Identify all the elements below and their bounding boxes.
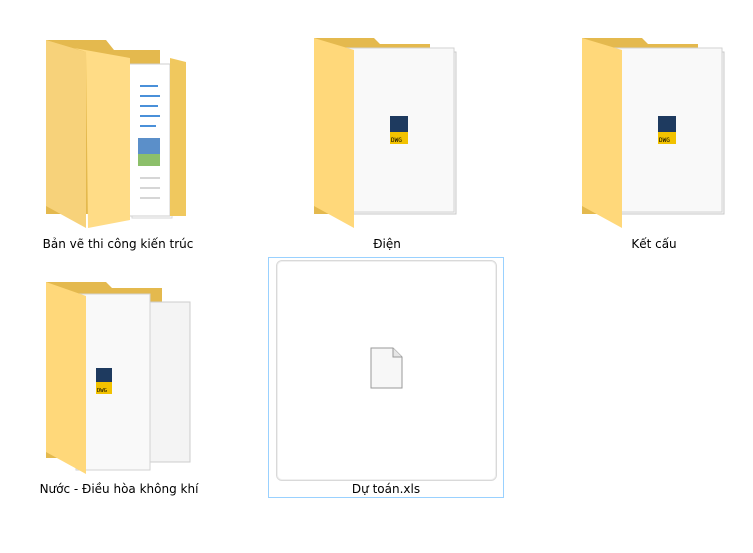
blank-file-icon — [370, 347, 403, 389]
folder-dwg-icon: DWG — [582, 38, 725, 228]
svg-text:DWG: DWG — [659, 137, 670, 144]
item-label: Điện — [373, 237, 401, 251]
folder-documents-icon — [46, 40, 186, 228]
item-label: Bản vẽ thi công kiến trúc — [42, 237, 194, 251]
item-label: Dự toán.xls — [351, 482, 421, 496]
folder-dwg-icon: DWG — [314, 38, 457, 228]
item-label: Kết cấu — [631, 237, 677, 251]
svg-text:DWG: DWG — [391, 137, 402, 144]
svg-text:DWG: DWG — [97, 388, 107, 394]
folder-dwg-icon: DWG — [46, 282, 191, 474]
item-label: Nước - Điều hòa không khí — [39, 482, 199, 496]
